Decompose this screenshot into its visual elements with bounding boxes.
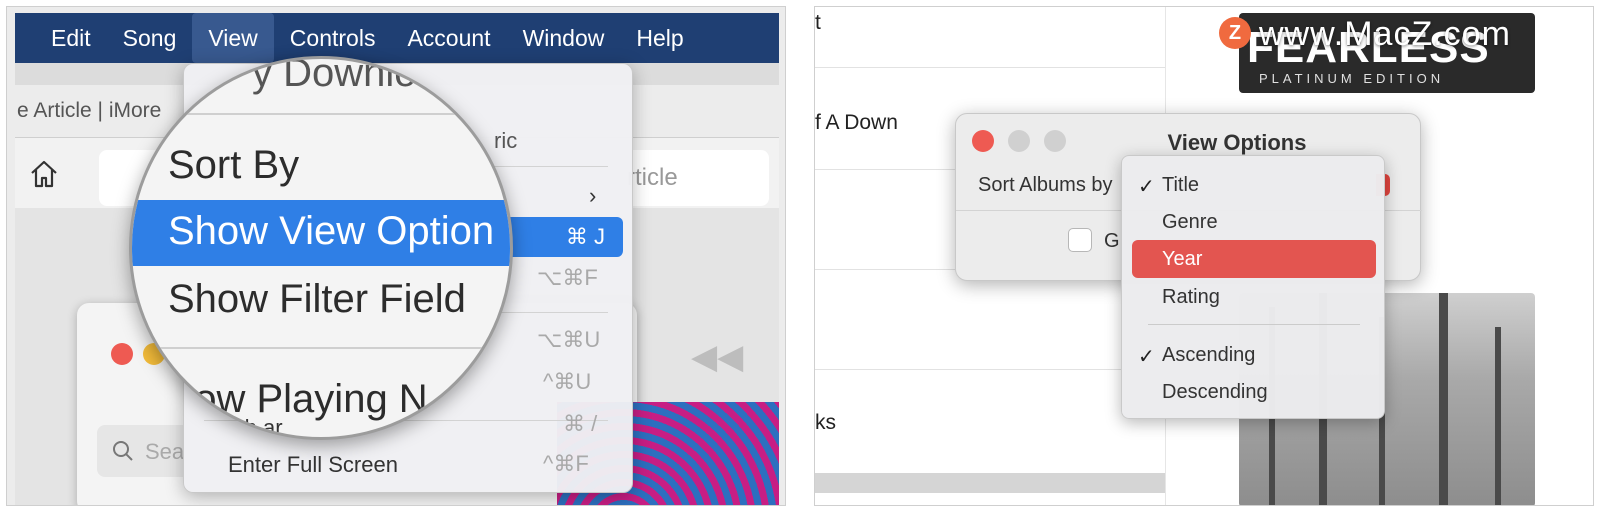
album-subtitle-art: PLATINUM EDITION (1259, 71, 1445, 86)
right-screenshot-panel: t f A Down ks FEARLESS PLATINUM EDITION … (814, 6, 1594, 506)
menu-highlight: ⌘ J (503, 217, 623, 257)
watermark-logo-icon: Z (1219, 17, 1251, 49)
menu-item-sort-by[interactable]: Sort By (168, 143, 299, 188)
menu-separator (132, 347, 510, 349)
group-checkbox-label: G (1104, 230, 1120, 252)
submenu-chevron-icon: › (589, 183, 597, 208)
list-divider (815, 67, 1165, 68)
order-option-descending[interactable]: Descending (1162, 381, 1268, 404)
app-menubar: Edit Song View Controls Account Window H… (15, 13, 779, 63)
scroll-area (815, 473, 1165, 493)
list-item[interactable]: ks (815, 411, 836, 435)
menu-edit[interactable]: Edit (35, 13, 107, 63)
menu-item-show-filter-field[interactable]: Show Filter Field (168, 277, 466, 322)
shortcut-show-filter-field: ⌥⌘F (537, 265, 598, 290)
shortcut-show-view-options: ⌘ J (565, 224, 605, 249)
order-option-ascending[interactable]: Ascending (1162, 344, 1255, 367)
browser-tab-title[interactable]: e Article | iMore (17, 99, 161, 123)
menu-item-enter-full-screen[interactable]: Enter Full Screen (228, 452, 398, 478)
menu-help[interactable]: Help (620, 13, 699, 63)
checkmark-icon: ✓ (1138, 176, 1155, 198)
tree-shape (1495, 327, 1501, 505)
address-text: rticle (627, 164, 678, 191)
sort-option-title[interactable]: Title (1162, 174, 1199, 197)
watermark-text: www.MacZ.com (1259, 15, 1511, 53)
menu-item-partial: Sh ar (230, 415, 283, 440)
sort-albums-label: Sort Albums by (978, 174, 1113, 196)
menu-view[interactable]: View (192, 13, 274, 63)
shortcut-item: ⌥⌘U (537, 327, 601, 352)
close-button[interactable] (111, 343, 133, 365)
rewind-icon[interactable]: ◀◀ (691, 337, 743, 377)
home-icon[interactable] (27, 157, 61, 191)
list-item[interactable]: t (815, 11, 821, 35)
menu-separator (152, 113, 510, 115)
menu-item-show-view-options[interactable]: Show View Option (168, 209, 494, 254)
menu-window[interactable]: Window (507, 13, 621, 63)
shortcut-item: ⌘ / (563, 411, 598, 436)
list-divider (815, 369, 1165, 370)
sort-option-rating[interactable]: Rating (1162, 286, 1220, 309)
sort-popup-menu: ✓ Title Genre Year Rating ✓ Ascending De… (1121, 155, 1385, 419)
menu-item-partial: ric (494, 128, 518, 153)
group-checkbox[interactable] (1068, 228, 1092, 252)
search-icon (113, 441, 133, 461)
window-title: View Options (1167, 130, 1307, 155)
magnifier-lens: y Downlo Sort By Show View Option Show F… (129, 56, 513, 440)
tree-shape (1439, 293, 1448, 505)
menu-account[interactable]: Account (391, 13, 506, 63)
shortcut-item: ^⌘U (543, 369, 592, 394)
menu-separator (1148, 324, 1360, 325)
search-placeholder: Sea (145, 439, 185, 464)
left-screenshot-panel: Edit Song View Controls Account Window H… (6, 6, 786, 506)
menu-item-partial: y Downlo (252, 56, 417, 95)
list-item[interactable]: f A Down (815, 111, 898, 135)
sort-option-year[interactable]: Year (1162, 248, 1202, 271)
shortcut-enter-full-screen: ^⌘F (543, 451, 589, 476)
menu-item-show-playing[interactable]: how Playing N (172, 377, 428, 422)
menu-song[interactable]: Song (107, 13, 193, 63)
checkmark-icon: ✓ (1138, 346, 1155, 368)
sort-option-genre[interactable]: Genre (1162, 211, 1218, 234)
